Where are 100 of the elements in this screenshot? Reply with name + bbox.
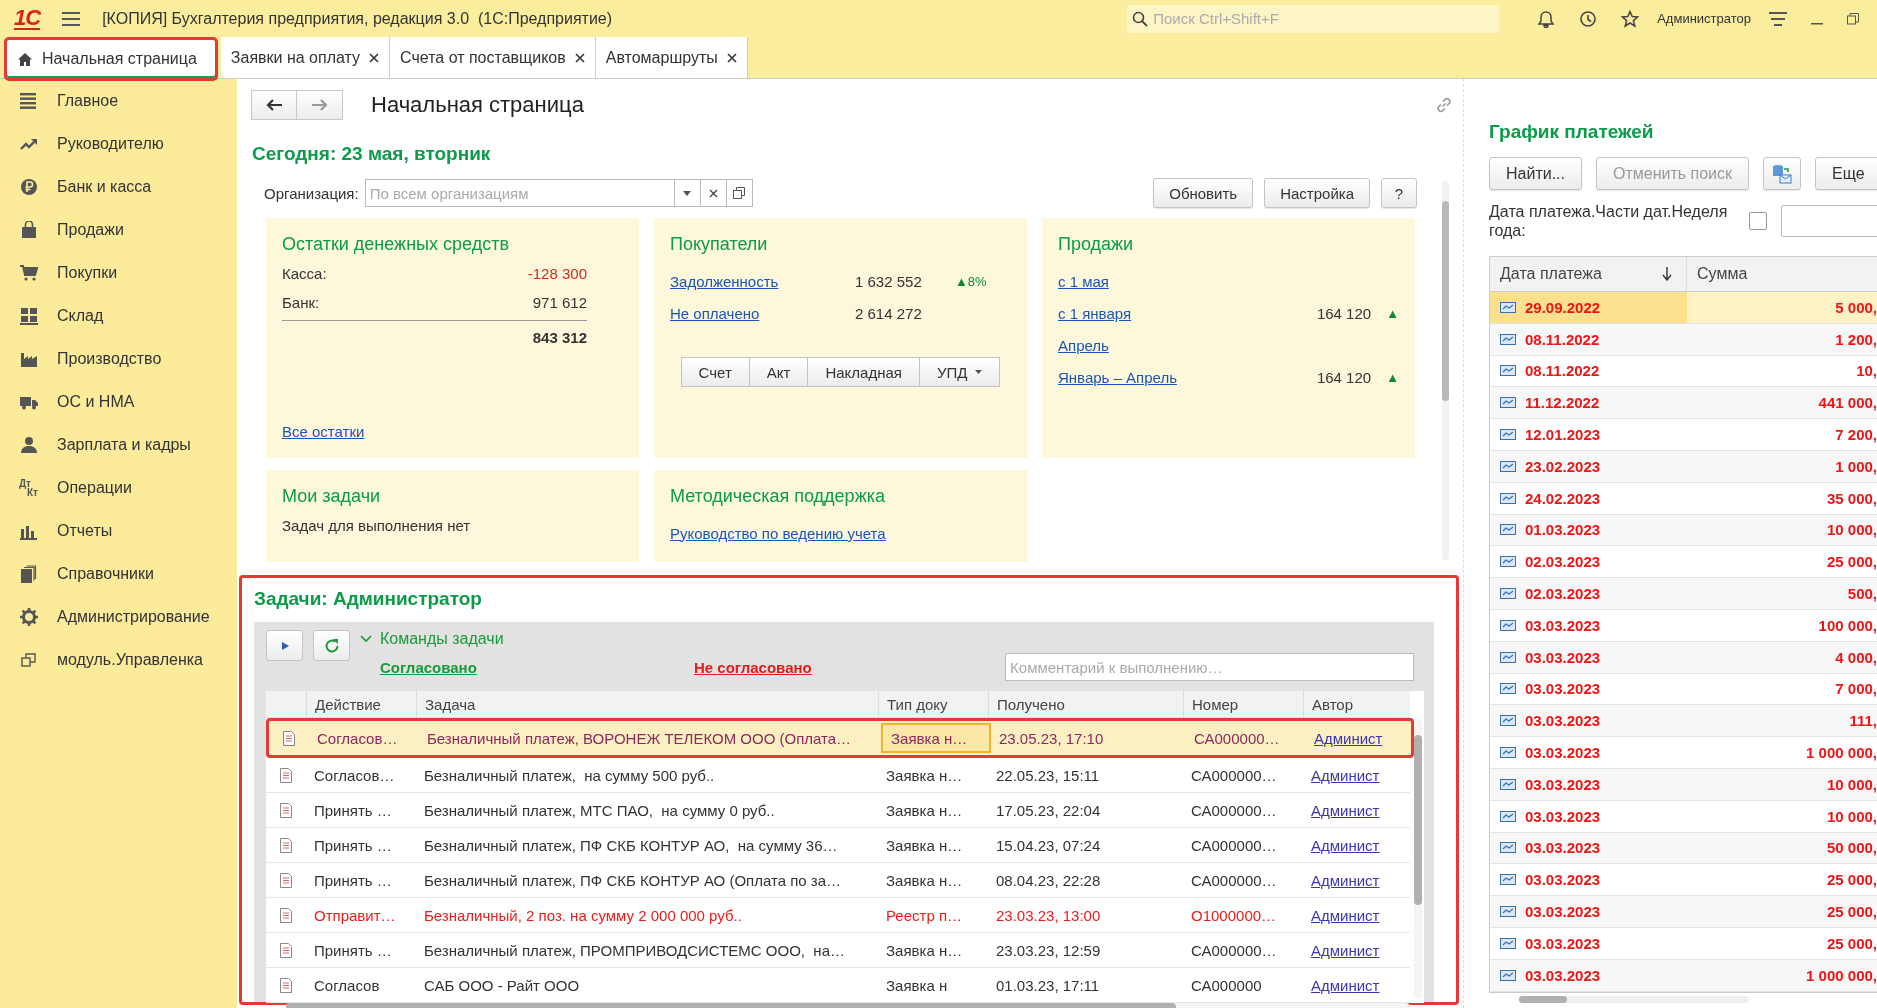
link[interactable]: с 1 января (1058, 304, 1243, 322)
open-button[interactable] (726, 179, 753, 207)
table-row[interactable]: 03.03.2023 10 000, (1490, 800, 1877, 833)
link[interactable]: Все остатки (282, 423, 365, 440)
history-icon[interactable] (1579, 9, 1598, 28)
link[interactable]: Админист (1303, 863, 1385, 897)
column-header[interactable]: Номер (1183, 691, 1303, 717)
table-row[interactable]: 23.02.2023 1 000, (1490, 451, 1877, 483)
table-row[interactable]: Принять … Безналичный платеж, МТС ПАО, на сумму 0 руб.. Заявка н… 17.05.23, 22:04 СА000000… Админист (266, 793, 1410, 828)
close-icon[interactable] (726, 52, 737, 63)
table-row[interactable]: 03.03.2023 50 000, (1490, 832, 1877, 865)
sidebar-item[interactable]: Склад (0, 294, 237, 337)
sidebar-item[interactable]: ОС и НМА (0, 380, 237, 423)
organization-field[interactable]: По всем организациям (364, 179, 675, 207)
sidebar-item[interactable]: Покупки (0, 251, 237, 294)
run-button[interactable] (266, 630, 303, 661)
table-row[interactable]: 11.12.2022 441 000, (1490, 387, 1877, 420)
sidebar-item[interactable]: Дт Кт Операции (0, 466, 237, 509)
link[interactable]: Админист (1303, 898, 1385, 932)
link[interactable]: Админист (1303, 933, 1385, 967)
column-header[interactable]: Получено (988, 691, 1183, 717)
more-button[interactable]: Еще (1815, 157, 1877, 190)
table-row[interactable]: Принять … Безналичный платеж, ПРОМПРИВОДСИСТЕМС ООО, на… Заявка н… 23.03.23, 12:59 СА000000… Админист (266, 933, 1410, 968)
column-header[interactable]: Задача (416, 691, 878, 717)
user-name[interactable]: Администратор (1657, 11, 1751, 26)
sidebar-item[interactable]: Главное (0, 79, 237, 122)
sidebar-item[interactable]: Продажи (0, 208, 237, 251)
link[interactable]: Админист (1303, 793, 1385, 827)
link[interactable]: Руководство по ведению учета (670, 524, 886, 542)
bell-icon[interactable] (1537, 9, 1556, 28)
sidebar-item[interactable]: Зарплата и кадры (0, 423, 237, 466)
table-row[interactable]: 03.03.2023 10 000, (1490, 768, 1877, 801)
table-row[interactable]: Принять … Безналичный платеж, ПФ СКБ КОНТУР АО, на сумму 36… Заявка н… 15.04.23, 07:24 СА000000… Админист (266, 828, 1410, 863)
action-button[interactable]: Настройка (1264, 178, 1370, 208)
sidebar-item[interactable]: Отчеты (0, 509, 237, 552)
scrollbar[interactable] (1414, 719, 1422, 999)
link[interactable]: Задолженность (670, 272, 855, 290)
column-header[interactable]: Действие (306, 691, 416, 717)
sidebar-item[interactable]: Руководителю (0, 122, 237, 165)
tab[interactable]: Заявки на оплату (220, 37, 391, 78)
close-icon[interactable] (574, 52, 585, 63)
tab[interactable]: Начальная страница (4, 37, 218, 81)
column-header[interactable]: Тип доку (878, 691, 988, 717)
table-row[interactable]: Согласов… Безналичный платеж, на сумму 500 руб.. Заявка н… 22.05.23, 15:11 СА000000… Админист (266, 758, 1410, 793)
sidebar-item[interactable]: модуль.Управленка (0, 638, 237, 681)
table-row[interactable]: 03.03.2023 1 000 000, (1490, 959, 1877, 992)
document-button[interactable]: Акт (749, 357, 809, 387)
table-row[interactable]: 03.03.2023 25 000, (1490, 927, 1877, 960)
tab[interactable]: Автомаршруты (595, 37, 748, 78)
document-button[interactable]: УПД (919, 357, 1001, 387)
table-row[interactable]: 29.09.2022 5 000, (1490, 292, 1877, 324)
action-button[interactable]: Обновить (1153, 178, 1254, 208)
comment-field[interactable]: Комментарий к выполнению… (1005, 653, 1414, 681)
refresh-button[interactable] (313, 630, 350, 661)
search-field[interactable]: Поиск Ctrl+Shift+F (1127, 4, 1500, 33)
table-row[interactable]: 03.03.2023 1 000 000, (1490, 737, 1877, 769)
table-row[interactable]: Согласов… Безналичный платеж, ВОРОНЕЖ ТЕЛЕКОМ ООО (Оплата… Заявка н… 23.05.23, 17:10 СА000000… Админист (266, 718, 1414, 758)
restore-icon[interactable] (1847, 12, 1859, 25)
table-row[interactable]: Принять … Безналичный платеж, ПФ СКБ КОНТУР АО (Оплата по за… Заявка н… 08.04.23, 22:28 СА000000… Админист (266, 863, 1410, 898)
link[interactable]: Админист (1303, 828, 1385, 862)
column-header[interactable]: Сумма (1687, 257, 1877, 291)
link[interactable]: Админист (1306, 721, 1388, 755)
link[interactable]: Январь – Апрель (1058, 368, 1243, 386)
link-icon[interactable] (1435, 95, 1453, 114)
scrollbar[interactable] (1519, 995, 1749, 1003)
table-row[interactable]: Отправит… Безналичный, 2 поз. на сумму 2 000 000 руб.. Реестр п… 23.03.23, 13:00 О1000000… Админист (266, 898, 1410, 933)
scrollbar[interactable] (1442, 181, 1449, 560)
dropdown-button[interactable] (674, 179, 701, 207)
table-row[interactable]: 03.03.2023 111, (1490, 705, 1877, 738)
table-row[interactable]: 01.03.2023 10 000, (1490, 514, 1877, 547)
input-field[interactable] (1781, 205, 1877, 237)
sidebar-item[interactable]: Банк и касса (0, 165, 237, 208)
table-row[interactable]: 12.01.2023 7 200, (1490, 419, 1877, 451)
table-row[interactable]: 08.11.2022 1 200, (1490, 323, 1877, 356)
column-header[interactable]: Дата платежа (1490, 257, 1687, 291)
column-header[interactable]: Автор (1303, 691, 1385, 717)
document-button[interactable]: Счет (680, 357, 750, 387)
sidebar-item[interactable]: Администрирование (0, 595, 237, 638)
link[interactable]: Не оплачено (670, 304, 855, 322)
table-row[interactable]: 03.03.2023 4 000, (1490, 641, 1877, 674)
settings-menu-icon[interactable] (1769, 11, 1787, 26)
sidebar-item[interactable]: Производство (0, 337, 237, 380)
menu-icon[interactable] (62, 11, 81, 26)
link[interactable]: Админист (1303, 968, 1385, 1002)
star-icon[interactable] (1621, 9, 1640, 28)
clear-button[interactable] (700, 179, 727, 207)
action-button[interactable]: Найти... (1489, 157, 1582, 190)
link[interactable]: Апрель (1058, 336, 1243, 354)
link[interactable]: Не согласовано (694, 658, 1006, 676)
close-icon[interactable] (369, 52, 380, 63)
back-button[interactable] (251, 89, 297, 120)
tab[interactable]: Счета от поставщиков (390, 37, 596, 78)
link[interactable]: с 1 мая (1058, 272, 1243, 290)
export-button[interactable] (1763, 157, 1802, 190)
sidebar-item[interactable]: Справочники (0, 552, 237, 595)
table-row[interactable]: 02.03.2023 500, (1490, 578, 1877, 610)
table-row[interactable]: 03.03.2023 100 000, (1490, 609, 1877, 642)
link[interactable]: Админист (1303, 758, 1385, 792)
help-button[interactable]: ? (1381, 178, 1417, 208)
table-row[interactable]: 03.03.2023 25 000, (1490, 896, 1877, 928)
